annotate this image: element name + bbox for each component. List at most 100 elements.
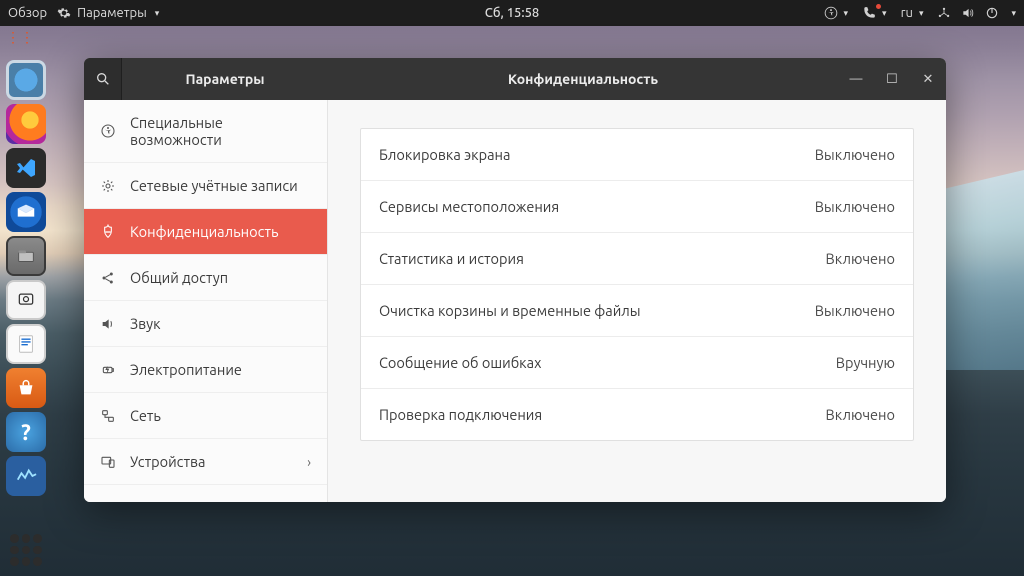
page-title: Конфиденциальность xyxy=(328,71,838,87)
accounts-icon xyxy=(100,178,118,194)
privacy-row[interactable]: Очистка корзины и временные файлы Выключе… xyxy=(361,285,913,337)
privacy-row[interactable]: Сообщение об ошибках Вручную xyxy=(361,337,913,389)
privacy-row[interactable]: Блокировка экрана Выключено xyxy=(361,129,913,181)
chevron-down-icon: ▾ xyxy=(844,8,849,19)
window-maximize-button[interactable]: ☐ xyxy=(874,58,910,100)
sidebar-item-label: Сеть xyxy=(130,407,161,424)
privacy-row-label: Сообщение об ошибках xyxy=(379,354,541,371)
privacy-row-value: Включено xyxy=(826,406,896,423)
privacy-row[interactable]: Проверка подключения Включено xyxy=(361,389,913,440)
window-controls: — ☐ ✕ xyxy=(838,58,946,100)
network-icon xyxy=(937,6,951,20)
accessibility-icon xyxy=(100,123,118,139)
settings-sidebar: Специальные возможности Сетевые учётные з… xyxy=(84,100,328,502)
sidebar-item-label: Специальные возможности xyxy=(130,114,311,148)
window-close-button[interactable]: ✕ xyxy=(910,58,946,100)
sidebar-item-accessibility[interactable]: Специальные возможности xyxy=(84,100,327,163)
top-bar: Обзор Параметры ▾ Сб, 15:58 ▾ ▾ ru xyxy=(0,0,1024,26)
chevron-down-icon: ▾ xyxy=(1011,8,1016,19)
sidebar-item-share[interactable]: Общий доступ xyxy=(84,255,327,301)
clock-label: Сб, 15:58 xyxy=(485,6,539,20)
privacy-row-value: Выключено xyxy=(815,302,895,319)
chevron-down-icon: ▾ xyxy=(919,8,924,19)
search-icon xyxy=(95,71,111,87)
volume-icon xyxy=(961,6,975,20)
dock-app-system-monitor[interactable] xyxy=(6,456,46,496)
gear-icon xyxy=(57,6,71,20)
privacy-row[interactable]: Сервисы местоположения Выключено xyxy=(361,181,913,233)
privacy-row-label: Сервисы местоположения xyxy=(379,198,559,215)
sidebar-item-devices[interactable]: Устройства › xyxy=(84,439,327,485)
notification-indicator[interactable]: ▾ xyxy=(862,6,887,20)
sidebar-title: Параметры xyxy=(122,71,328,87)
power-icon xyxy=(100,362,118,378)
maximize-icon: ☐ xyxy=(886,72,898,87)
chevron-down-icon: ▾ xyxy=(155,8,160,19)
sidebar-item-label: Звук xyxy=(130,315,161,332)
sidebar-item-label: Конфиденциальность xyxy=(130,223,278,240)
clock[interactable]: Сб, 15:58 xyxy=(485,6,539,20)
sidebar-item-power[interactable]: Электропитание xyxy=(84,347,327,393)
dock-app-vscode[interactable] xyxy=(6,148,46,188)
chevron-right-icon: › xyxy=(307,454,311,470)
dock-app-thunderbird[interactable] xyxy=(6,192,46,232)
dock-app-firefox[interactable] xyxy=(6,104,46,144)
window-titlebar: Параметры Конфиденциальность — ☐ ✕ xyxy=(84,58,946,100)
dock-app-software[interactable] xyxy=(6,368,46,408)
sidebar-item-about[interactable]: Сведения о системе › xyxy=(84,485,327,502)
sidebar-item-label: Электропитание xyxy=(130,361,242,378)
settings-pane: Блокировка экранаВыключеноСервисы местоп… xyxy=(328,100,946,502)
dock-handle-icon: ⋮⋮ xyxy=(6,34,16,54)
settings-window: Параметры Конфиденциальность — ☐ ✕ Специ… xyxy=(84,58,946,502)
privacy-row-value: Включено xyxy=(826,250,896,267)
accessibility-indicator[interactable]: ▾ xyxy=(824,6,849,20)
show-applications-button[interactable] xyxy=(10,534,42,566)
privacy-row-label: Проверка подключения xyxy=(379,406,542,423)
close-icon: ✕ xyxy=(923,72,934,87)
sidebar-item-sound[interactable]: Звук xyxy=(84,301,327,347)
share-icon xyxy=(100,270,118,286)
sound-icon xyxy=(100,316,118,332)
privacy-row-label: Блокировка экрана xyxy=(379,146,510,163)
chevron-down-icon: ▾ xyxy=(882,8,887,19)
activities-button[interactable]: Обзор xyxy=(8,6,47,20)
system-menu[interactable]: ▾ xyxy=(937,6,1016,20)
window-minimize-button[interactable]: — xyxy=(838,58,874,100)
dock-app-help[interactable]: ? xyxy=(6,412,46,452)
accessibility-icon xyxy=(824,6,838,20)
app-menu[interactable]: Параметры ▾ xyxy=(57,6,159,20)
chevron-right-icon: › xyxy=(307,500,311,503)
about-icon xyxy=(100,500,118,503)
activities-label: Обзор xyxy=(8,6,47,20)
privacy-row-value: Выключено xyxy=(815,198,895,215)
power-icon xyxy=(985,6,999,20)
keyboard-layout-label: ru xyxy=(901,6,913,20)
dock-app-writer[interactable] xyxy=(6,324,46,364)
phone-icon xyxy=(862,6,876,20)
sidebar-item-label: Общий доступ xyxy=(130,269,228,286)
privacy-row-label: Статистика и история xyxy=(379,250,524,267)
keyboard-layout-indicator[interactable]: ru ▾ xyxy=(901,6,924,20)
notification-dot xyxy=(876,4,881,9)
question-icon: ? xyxy=(21,420,31,445)
search-button[interactable] xyxy=(84,58,122,100)
privacy-icon xyxy=(100,224,118,240)
network-icon xyxy=(100,408,118,424)
privacy-row[interactable]: Статистика и история Включено xyxy=(361,233,913,285)
privacy-row-label: Очистка корзины и временные файлы xyxy=(379,302,641,319)
sidebar-item-label: Сетевые учётные записи xyxy=(130,177,298,194)
sidebar-item-network[interactable]: Сеть xyxy=(84,393,327,439)
dock: ⋮⋮ ? xyxy=(0,26,52,576)
privacy-row-value: Вручную xyxy=(836,354,895,371)
sidebar-item-label: Сведения о системе xyxy=(130,499,267,502)
devices-icon xyxy=(100,454,118,470)
privacy-settings-list: Блокировка экранаВыключеноСервисы местоп… xyxy=(360,128,914,441)
minimize-icon: — xyxy=(850,72,863,86)
sidebar-item-label: Устройства xyxy=(130,453,206,470)
dock-app-files[interactable] xyxy=(6,236,46,276)
privacy-row-value: Выключено xyxy=(815,146,895,163)
sidebar-item-privacy[interactable]: Конфиденциальность xyxy=(84,209,327,255)
dock-app-utility[interactable] xyxy=(6,280,46,320)
dock-app-chromium[interactable] xyxy=(6,60,46,100)
sidebar-item-accounts[interactable]: Сетевые учётные записи xyxy=(84,163,327,209)
